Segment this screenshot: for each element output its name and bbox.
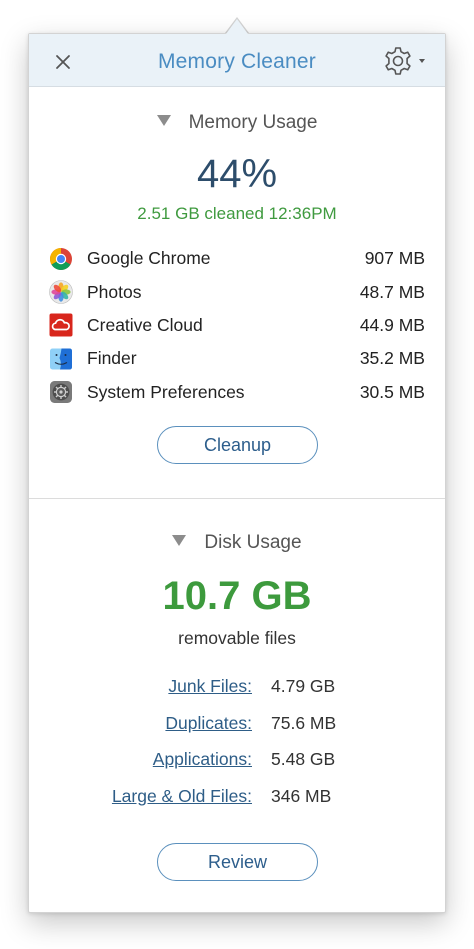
app-size: 907 MB [364,248,425,269]
settings-menu-button[interactable] [381,46,431,76]
list-item: Google Chrome 907 MB [49,242,425,275]
list-item: System Preferences 30.5 MB [49,376,425,409]
applications-link[interactable]: Applications: [153,749,252,770]
memory-cleaner-popover: Memory Cleaner Memory Usage 44% 2.51 GB … [28,33,446,913]
section-divider [29,498,445,499]
chrome-icon [50,247,72,270]
list-item: Junk Files: 4.79 GB [29,676,445,713]
cleaned-status: 2.51 GB cleaned 12:36PM [137,204,337,223]
app-size: 44.9 MB [359,314,425,335]
disk-usage-title: Disk Usage [204,532,302,553]
list-item: Large & Old Files: 346 MB [29,786,445,823]
list-item: Duplicates: 75.6 MB [29,713,445,750]
app-name: Google Chrome [87,248,211,269]
large-old-files-link[interactable]: Large & Old Files: [112,786,252,807]
app-name: Finder [87,348,137,369]
system-preferences-icon [50,381,72,404]
removable-caption: removable files [178,628,296,648]
cleanup-button[interactable]: Cleanup [157,426,318,464]
app-name: System Preferences [87,381,245,402]
memory-app-list: Google Chrome 907 MB Photos 48.7 MB Crea… [49,242,425,409]
applications-value: 5.48 GB [271,749,336,770]
finder-icon [50,348,72,370]
popover-arrow-fill [226,19,248,34]
list-item: Finder 35.2 MB [49,342,425,375]
disk-usage-list: Junk Files: 4.79 GB Duplicates: 75.6 MB … [29,676,445,822]
disclosure-triangle-icon[interactable] [172,535,187,547]
gear-icon [385,47,425,75]
app-size: 35.2 MB [359,348,425,369]
app-name: Photos [87,281,142,302]
header-bar: Memory Cleaner [29,34,445,87]
removable-total: 10.7 GB [162,574,312,618]
list-item: Creative Cloud 44.9 MB [49,309,425,342]
memory-usage-header[interactable]: Memory Usage [29,112,445,134]
chevron-down-icon [419,59,425,63]
memory-usage-title: Memory Usage [188,112,318,133]
junk-files-link[interactable]: Junk Files: [168,676,252,697]
large-old-files-value: 346 MB [271,785,332,806]
app-name: Creative Cloud [87,314,203,335]
review-button[interactable]: Review [157,843,318,881]
disclosure-triangle-icon[interactable] [156,115,171,127]
duplicates-value: 75.6 MB [271,712,337,733]
memory-percent: 44% [196,152,278,196]
disk-usage-header[interactable]: Disk Usage [29,532,445,554]
creative-cloud-icon [49,313,73,337]
app-size: 48.7 MB [359,281,425,302]
junk-files-value: 4.79 GB [271,676,336,696]
duplicates-link[interactable]: Duplicates: [165,713,252,734]
list-item: Photos 48.7 MB [49,275,425,308]
photos-icon [49,280,73,304]
app-size: 30.5 MB [359,381,425,402]
list-item: Applications: 5.48 GB [29,749,445,786]
